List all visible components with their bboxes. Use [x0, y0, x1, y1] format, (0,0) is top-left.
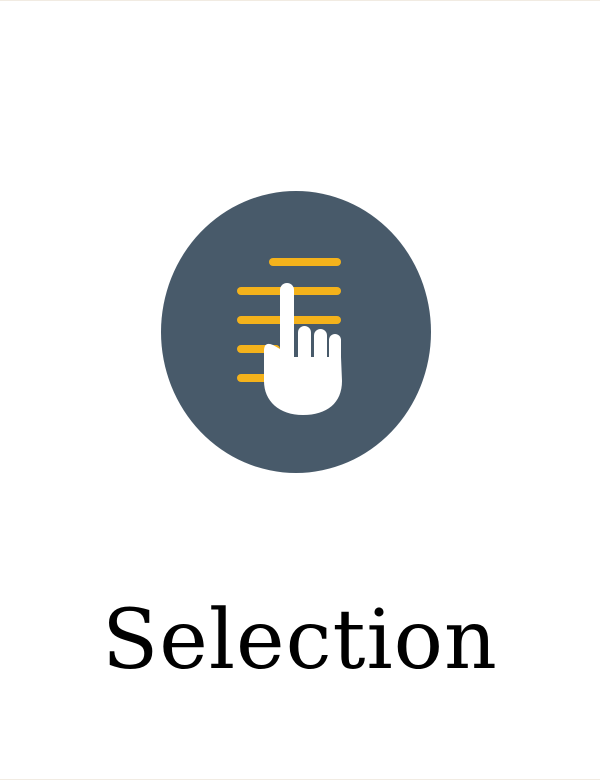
selection-icon: [161, 191, 431, 473]
caption-title: Selection: [102, 593, 498, 688]
list-selection-hand-icon: [161, 191, 431, 473]
page: Selection: [0, 0, 600, 780]
icon-background-circle: [161, 191, 431, 473]
